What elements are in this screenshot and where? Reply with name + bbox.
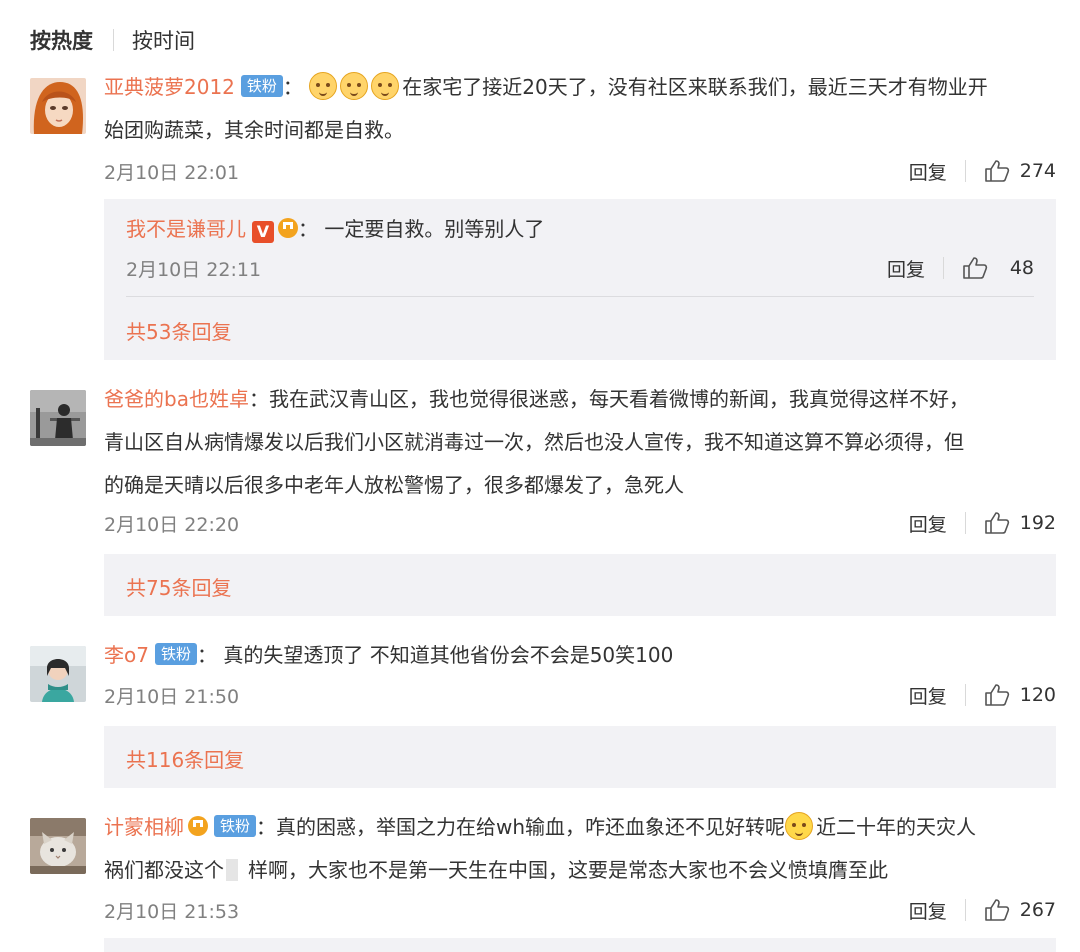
comment-actions: 回复 267 xyxy=(909,895,1056,925)
reply-preview-box: 共116条回复 xyxy=(104,726,1056,788)
comment-text-line: 青山区自从病情爆发以后我们小区就消毒过一次，然后也没人宣传，我不知道这算不算必须… xyxy=(104,430,964,454)
avatar-image xyxy=(30,646,86,702)
thumbs-up-icon[interactable] xyxy=(962,256,988,280)
comment-item: 计蒙相柳 铁粉 ：真的困惑，举国之力在给wh输血，咋还血象还不见好转呢 近二十年的天灾… xyxy=(30,812,1056,927)
thumbs-up-icon[interactable] xyxy=(984,683,1010,707)
comment-meta: 2月10日 22:20 回复 192 xyxy=(104,508,1056,538)
comment-text-line: ：真的困惑，举国之力在给wh输血，咋还血象还不见好转呢 xyxy=(256,815,786,839)
tab-sort-by-time[interactable]: 按时间 xyxy=(132,25,195,55)
confused-face-icon xyxy=(785,812,814,840)
comment-body: 爸爸的ba也姓卓：我在武汉青山区，我也觉得很迷惑，每天看着微博的新闻，我真觉得这… xyxy=(104,378,1056,507)
crown-icon xyxy=(188,816,208,836)
comment-body: 亚典菠萝2012 铁粉： 在家宅了接近20天了，没有社区来联系我们，最近三天才有物… xyxy=(104,66,1056,152)
comment-timestamp: 2月10日 22:01 xyxy=(104,162,240,184)
comment-timestamp: 2月10日 21:50 xyxy=(104,686,240,708)
comment-text: 李o7 铁粉： 真的失望透顶了 不知道其他省份会不会是50笑100 xyxy=(104,634,1056,677)
thumbs-up-icon[interactable] xyxy=(984,159,1010,183)
avatar-image xyxy=(30,390,86,446)
comment-text-line: 近二十年的天灾人 xyxy=(816,815,977,839)
comment-text-line: ： 真的失望透顶了 不知道其他省份会不会是50笑100 xyxy=(196,643,674,667)
sub-reply-content: ： 一定要自救。别等别人了 xyxy=(298,217,545,241)
like-count: 48 xyxy=(1009,257,1034,279)
reply-button[interactable]: 回复 xyxy=(909,510,947,537)
comment-actions: 回复 192 xyxy=(909,508,1056,538)
reply-preview-box xyxy=(104,938,1056,952)
avatar[interactable] xyxy=(30,818,86,874)
action-divider xyxy=(964,899,966,921)
sub-reply: 我不是谦哥儿 V ： 一定要自救。别等别人了 xyxy=(126,213,1034,243)
tab-divider xyxy=(113,29,114,51)
avatar-image xyxy=(30,818,86,874)
reply-button[interactable]: 回复 xyxy=(909,897,947,924)
sub-reply-username[interactable]: 我不是谦哥儿 xyxy=(126,217,246,241)
fan-badge[interactable]: 铁粉 xyxy=(240,75,283,97)
sub-reply-meta: 2月10日 22:11 回复 48 xyxy=(126,253,1034,283)
comment-item: 爸爸的ba也姓卓：我在武汉青山区，我也觉得很迷惑，每天看着微博的新闻，我真觉得这… xyxy=(30,387,1056,541)
action-divider xyxy=(943,257,944,279)
fan-badge[interactable]: 铁粉 xyxy=(214,815,257,837)
sub-reply-text: 我不是谦哥儿 V ： 一定要自救。别等别人了 xyxy=(126,213,1034,243)
sad-face-icon xyxy=(340,72,369,100)
comment-meta: 2月10日 22:01 回复 274 xyxy=(104,156,1056,186)
action-divider xyxy=(964,684,966,706)
comment-meta: 2月10日 21:50 回复 120 xyxy=(104,680,1056,710)
like-count: 274 xyxy=(1019,160,1056,182)
action-divider xyxy=(964,512,966,534)
comment-body: 计蒙相柳 铁粉 ：真的困惑，举国之力在给wh输血，咋还血象还不见好转呢 近二十年的天灾… xyxy=(104,806,1056,892)
comment-text-line: ：我在武汉青山区，我也觉得很迷惑，每天看着微博的新闻，我真觉得这样不好， xyxy=(248,387,969,411)
view-all-replies-link[interactable]: 共75条回复 xyxy=(126,572,231,601)
comment-username[interactable]: 爸爸的ba也姓卓 xyxy=(104,387,249,411)
sub-reply-timestamp: 2月10日 22:11 xyxy=(126,259,262,281)
comment-text: 亚典菠萝2012 铁粉： 在家宅了接近20天了，没有社区来联系我们，最近三天才有物… xyxy=(104,66,1056,152)
comment-text-line: 在家宅了接近20天了，没有社区来联系我们，最近三天才有物业开 xyxy=(402,75,988,99)
avatar-image xyxy=(30,78,86,134)
comment-actions: 回复 120 xyxy=(909,680,1056,710)
comment-username[interactable]: 亚典菠萝2012 xyxy=(104,75,235,99)
comment-text: 计蒙相柳 铁粉 ：真的困惑，举国之力在给wh输血，咋还血象还不见好转呢 近二十年的天灾… xyxy=(104,806,1056,892)
comment-text-line: 始团购蔬菜，其余时间都是自救。 xyxy=(104,118,404,142)
comment-timestamp: 2月10日 22:20 xyxy=(104,514,240,536)
sub-reply-actions: 回复 48 xyxy=(887,253,1034,283)
comment-timestamp: 2月10日 21:53 xyxy=(104,901,240,923)
sad-face-icon xyxy=(371,72,400,100)
comment-text-line: 样啊，大家也不是第一天生在中国，这要是常态大家也不会义愤填膺至此 xyxy=(248,858,888,882)
verified-v-icon: V xyxy=(252,221,274,243)
reply-button[interactable]: 回复 xyxy=(887,255,925,282)
like-count: 120 xyxy=(1019,684,1056,706)
comment-username[interactable]: 李o7 xyxy=(104,643,149,667)
comment-item: 李o7 铁粉： 真的失望透顶了 不知道其他省份会不会是50笑100 2月10日 2… xyxy=(30,643,1056,713)
sad-face-icon xyxy=(309,72,338,100)
avatar[interactable] xyxy=(30,390,86,446)
reply-button[interactable]: 回复 xyxy=(909,158,947,185)
comment-username[interactable]: 计蒙相柳 xyxy=(104,815,184,839)
comment-text-line: 的确是天晴以后很多中老年人放松警惕了，很多都爆发了，急死人 xyxy=(104,473,684,497)
avatar[interactable] xyxy=(30,646,86,702)
like-count: 192 xyxy=(1019,512,1056,534)
reply-preview-box: 共75条回复 xyxy=(104,554,1056,616)
like-count: 267 xyxy=(1019,899,1056,921)
censored-mark xyxy=(226,859,238,881)
sort-tabs: 按热度 按时间 xyxy=(30,22,195,58)
action-divider xyxy=(964,160,966,182)
comment-text: 爸爸的ba也姓卓：我在武汉青山区，我也觉得很迷惑，每天看着微博的新闻，我真觉得这… xyxy=(104,378,1056,507)
sub-reply-divider xyxy=(126,296,1034,297)
tab-sort-by-hot[interactable]: 按热度 xyxy=(30,25,93,55)
thumbs-up-icon[interactable] xyxy=(984,511,1010,535)
view-all-replies-link[interactable]: 共116条回复 xyxy=(126,744,244,773)
comment-item: 亚典菠萝2012 铁粉： 在家宅了接近20天了，没有社区来联系我们，最近三天才有物… xyxy=(30,72,1056,188)
comment-body: 李o7 铁粉： 真的失望透顶了 不知道其他省份会不会是50笑100 xyxy=(104,634,1056,677)
fan-badge[interactable]: 铁粉 xyxy=(154,643,197,665)
reply-preview-box: 我不是谦哥儿 V ： 一定要自救。别等别人了 2月10日 22:11 回复 48 共… xyxy=(104,199,1056,360)
reply-button[interactable]: 回复 xyxy=(909,682,947,709)
view-all-replies-link[interactable]: 共53条回复 xyxy=(126,316,231,345)
comment-meta: 2月10日 21:53 回复 267 xyxy=(104,895,1056,925)
thumbs-up-icon[interactable] xyxy=(984,898,1010,922)
avatar[interactable] xyxy=(30,78,86,134)
crown-icon xyxy=(278,218,298,238)
comment-text-line: 祸们都没这个 xyxy=(104,858,224,882)
comment-actions: 回复 274 xyxy=(909,156,1056,186)
